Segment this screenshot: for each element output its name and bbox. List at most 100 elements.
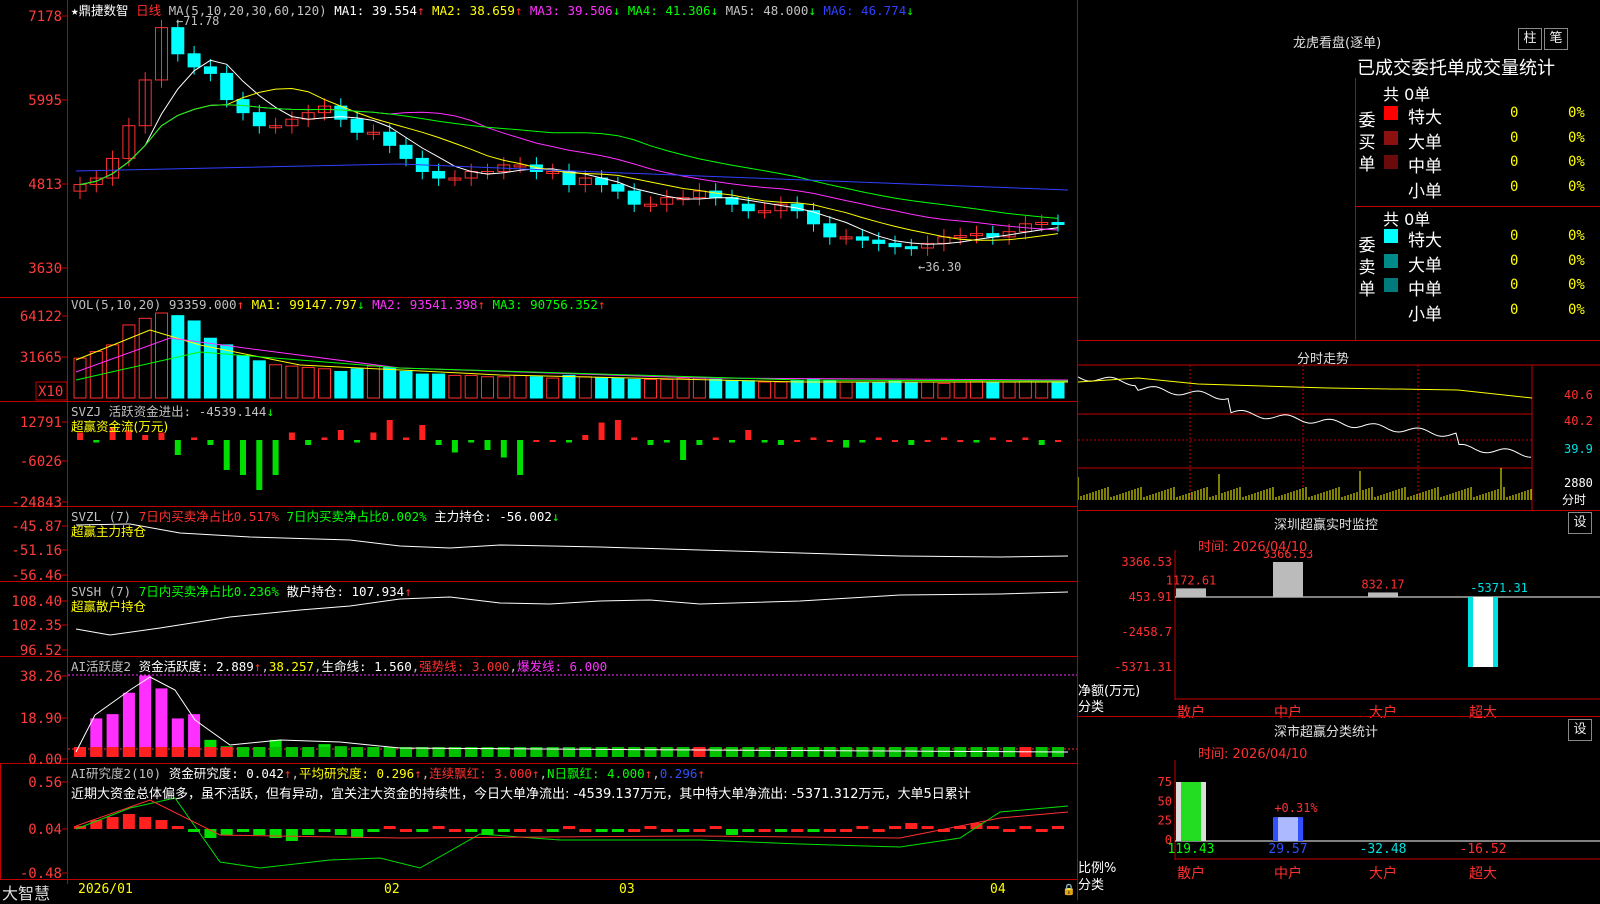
volume-bar	[1018, 380, 1032, 399]
sell-row-name: 中单	[1408, 280, 1442, 300]
volume-bar	[155, 312, 168, 399]
flow-bar	[1038, 440, 1045, 445]
sz-monitor-bar	[1273, 562, 1303, 598]
period-label[interactable]: 日线	[136, 3, 161, 18]
sz-class-chart[interactable]: 7550250119.43散户29.57中户-32.48大户-16.52超大+0…	[1078, 760, 1600, 900]
tick-mode-button[interactable]: 笔	[1544, 28, 1568, 50]
volume-bar	[709, 378, 723, 399]
flow-bar	[451, 440, 458, 453]
buy-color-swatch	[1384, 179, 1398, 194]
volume-bar	[318, 368, 331, 399]
candle-body	[350, 118, 364, 133]
research-bar	[872, 829, 885, 832]
sz-monitor-cat-label: 分类	[1078, 700, 1105, 715]
lock-icon[interactable]: 🔒	[1062, 883, 1076, 896]
separator: ,	[652, 766, 660, 781]
separator	[244, 297, 252, 312]
trend-arrow-icon: ↓	[357, 297, 365, 312]
sell-row-percent: 0%	[1568, 228, 1585, 244]
activity-base-bar	[628, 747, 641, 757]
research-bar	[774, 829, 787, 832]
sz-monitor-settings-button[interactable]: 设	[1568, 512, 1592, 534]
flow-bar	[468, 440, 475, 443]
separator: ,	[509, 659, 517, 674]
sell-color-swatch	[1384, 278, 1398, 292]
buy-total: 共 0单	[1383, 85, 1431, 104]
activity-base-bar	[171, 747, 184, 757]
right-panel: 龙虎看盘(逐单) 柱 笔 已成交委托单成交量统计 委买单 委卖单 共 0单 共 …	[1078, 0, 1600, 900]
separator: ,	[261, 659, 269, 674]
sell-row-count: 0	[1510, 301, 1519, 318]
research-bar	[253, 829, 266, 835]
volume-bar	[595, 377, 609, 399]
sell-row-percent: 0%	[1568, 301, 1585, 318]
trend-arrow-icon: ↑	[417, 3, 425, 18]
indicator-value: MA2: 93541.398	[372, 297, 478, 312]
activity-bar	[155, 688, 168, 757]
research-bar	[856, 826, 869, 829]
indicator-value: VOL(5,10,20)	[71, 297, 162, 312]
candle-body	[203, 66, 217, 74]
activity-base-bar	[611, 747, 624, 757]
lhb-title: 龙虎看盘(逐单)	[1293, 36, 1382, 51]
zhuli-line	[75, 523, 1069, 558]
flow-bar	[761, 440, 768, 443]
volume-bar	[1002, 381, 1016, 399]
candle-body	[904, 246, 918, 250]
sz-monitor-ytick: 453.91	[1129, 590, 1172, 604]
volume-bar	[187, 320, 201, 399]
activity-base-bar	[872, 747, 885, 757]
flow-bar	[598, 422, 605, 440]
sell-side-label: 委卖单	[1358, 236, 1376, 300]
volume-bar	[970, 380, 983, 399]
research-bar	[905, 823, 918, 829]
fenshi-price-mid: 40.2	[1564, 414, 1593, 428]
volume-bar	[855, 381, 869, 399]
activity-base-bar	[791, 747, 804, 757]
activity-base-bar	[579, 747, 592, 757]
flow-bar	[386, 420, 393, 440]
flow-bar	[696, 440, 703, 445]
vol-tick: 31665	[20, 350, 62, 366]
favorite-star-icon[interactable]: ★	[71, 3, 79, 18]
flow-bar	[940, 437, 947, 440]
volume-bar	[285, 365, 299, 399]
separator	[161, 766, 169, 781]
flow-bar	[484, 440, 491, 450]
volume-bar	[660, 378, 674, 399]
svzl-tick: -45.87	[11, 519, 62, 535]
candle-body	[252, 112, 266, 127]
flow-bar	[533, 440, 540, 442]
x-label-apr: 04	[990, 882, 1006, 897]
sell-color-swatch	[1384, 253, 1398, 268]
volume-bar	[888, 380, 902, 399]
flow-bar	[989, 437, 996, 440]
sz-class-category: 散户	[1177, 865, 1205, 882]
svzl-tick: -51.16	[11, 543, 62, 559]
sz-class-settings-button[interactable]: 设	[1568, 719, 1592, 741]
fenshi-chart[interactable]	[1078, 360, 1600, 510]
sz-class-ytick: 50	[1158, 794, 1172, 808]
volume-bar	[448, 374, 462, 399]
activity-base-bar	[237, 747, 249, 757]
flow-bar	[1022, 437, 1029, 440]
volume-bar	[464, 374, 478, 399]
bar-mode-button[interactable]: 柱	[1518, 28, 1542, 50]
price-tick: 7178	[28, 9, 62, 25]
flow-bar	[354, 440, 361, 443]
indicator-value: N日飘红: 4.000	[546, 766, 645, 781]
activity-base-bar	[367, 747, 380, 757]
trend-arrow-icon: ↑	[404, 584, 412, 599]
sz-monitor-chart[interactable]: 3366.53 453.91 -2458.7 -5371.31 1172.61 散户 336…	[1078, 550, 1600, 720]
indicator-value: MA3: 90756.352	[492, 297, 598, 312]
activity-base-bar	[318, 747, 331, 757]
candle-body	[399, 144, 413, 159]
research-bar	[840, 829, 853, 832]
indicator-value: 强势线: 3.000	[419, 659, 510, 674]
activity-base-bar	[709, 747, 722, 757]
trend-arrow-icon: ↓	[551, 509, 560, 524]
flow-bar	[647, 440, 654, 445]
trend-arrow-icon: ↓	[266, 404, 274, 419]
fenshi-vol-top: 2880	[1564, 476, 1593, 490]
volume-bar	[872, 381, 886, 399]
